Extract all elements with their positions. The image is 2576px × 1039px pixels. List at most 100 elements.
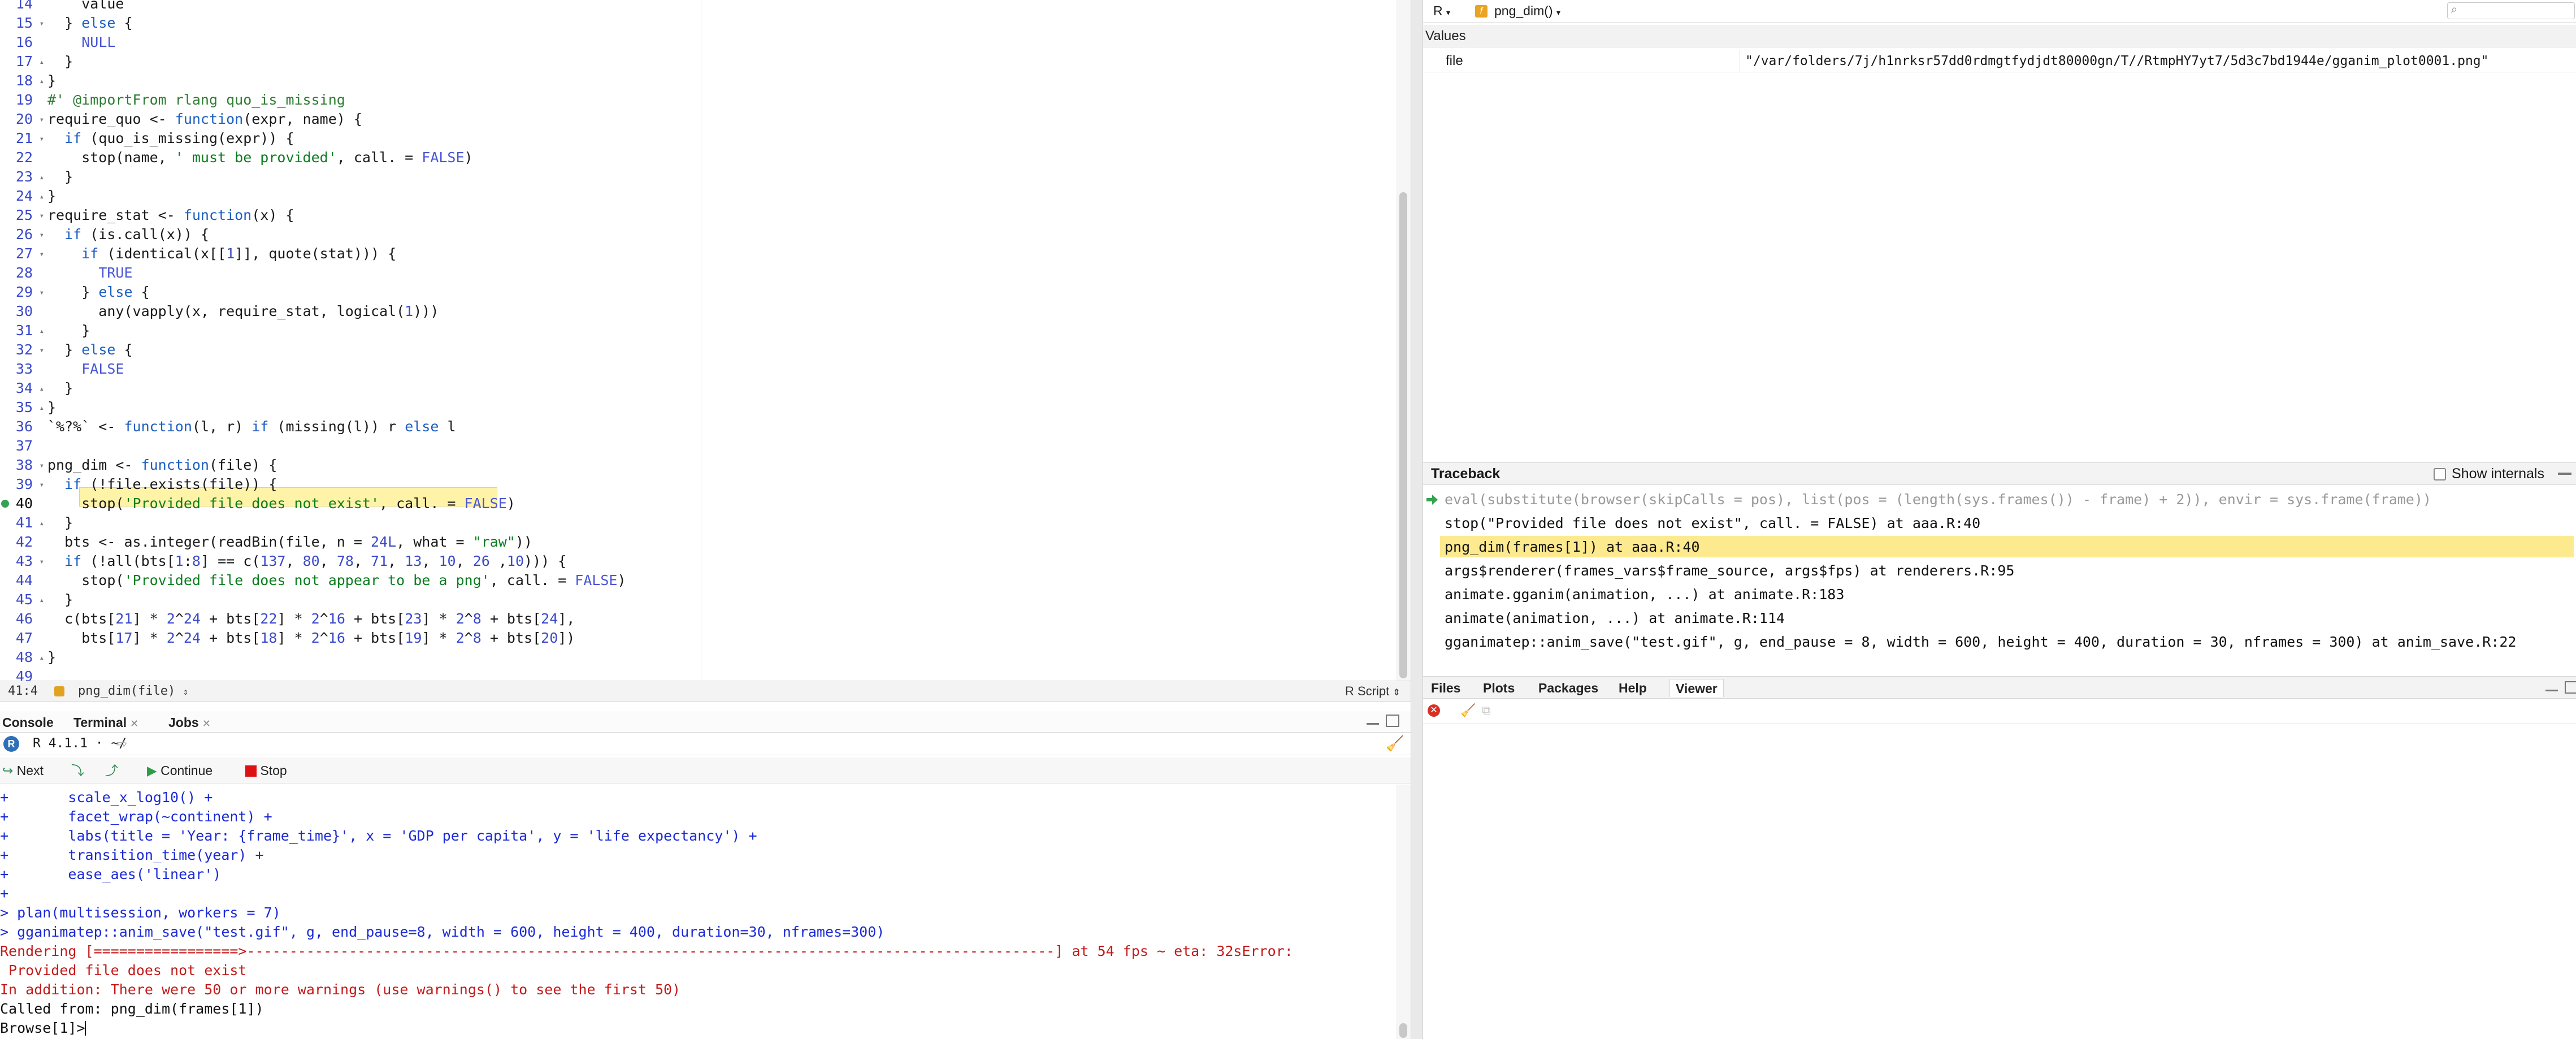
code-line[interactable]: }: [47, 379, 73, 398]
line-number[interactable]: 48 ▴: [0, 648, 45, 667]
clear-viewer-icon[interactable]: ✕: [1428, 704, 1440, 717]
line-number[interactable]: 47: [0, 629, 45, 648]
tab-packages[interactable]: Packages: [1538, 679, 1598, 697]
code-line[interactable]: require_quo <- function(expr, name) {: [47, 110, 362, 129]
fold-toggle-icon[interactable]: ▾: [40, 341, 44, 360]
console-output[interactable]: + scale_x_log10() + + facet_wrap(~contine…: [0, 785, 1411, 1039]
line-number[interactable]: 21 ▾: [0, 129, 45, 148]
code-line[interactable]: }: [47, 71, 56, 90]
line-number[interactable]: 32 ▾: [0, 340, 45, 360]
line-number[interactable]: 41 ▴: [0, 513, 45, 533]
line-number[interactable]: 26 ▾: [0, 225, 45, 244]
next-button[interactable]: ↪ Next: [2, 762, 44, 779]
step-into-button[interactable]: ⤵: [71, 762, 84, 779]
tab-plots[interactable]: Plots: [1483, 679, 1515, 697]
fold-toggle-icon[interactable]: ▾: [40, 129, 44, 149]
tab-help[interactable]: Help: [1619, 679, 1647, 697]
code-line[interactable]: }: [47, 648, 56, 667]
clear-console-icon[interactable]: 🧹: [1386, 735, 1404, 752]
line-number[interactable]: 28: [0, 263, 45, 283]
code-line[interactable]: `%?%` <- function(l, r) if (missing(l)) …: [47, 417, 456, 436]
line-number[interactable]: 31 ▴: [0, 321, 45, 340]
tab-terminal[interactable]: Terminal ✕: [73, 713, 138, 731]
line-number[interactable]: 27 ▾: [0, 244, 45, 263]
editor-scroll-thumb[interactable]: [1399, 192, 1407, 678]
line-number[interactable]: 45 ▴: [0, 590, 45, 609]
fold-toggle-icon[interactable]: ▾: [40, 456, 44, 475]
line-number[interactable]: 25 ▾: [0, 206, 45, 225]
environment-variable-row[interactable]: file "/var/folders/7j/h1nrksr57dd0rdmgtf…: [1423, 50, 2576, 72]
fold-toggle-icon[interactable]: ▾: [40, 206, 44, 226]
line-number[interactable]: 35 ▴: [0, 398, 45, 417]
fold-toggle-icon[interactable]: ▾: [40, 245, 44, 264]
line-number[interactable]: 33: [0, 360, 45, 379]
line-number[interactable]: 14: [0, 0, 45, 14]
line-number[interactable]: 17 ▴: [0, 52, 45, 71]
code-line[interactable]: }: [47, 187, 56, 206]
minimize-icon[interactable]: [2558, 473, 2571, 475]
close-icon[interactable]: ✕: [130, 718, 138, 729]
line-number[interactable]: 42: [0, 533, 45, 552]
file-type-selector[interactable]: R Script ⇕: [1345, 681, 1400, 703]
fold-toggle-icon[interactable]: ▾: [40, 226, 44, 245]
code-line[interactable]: if (is.call(x)) {: [47, 225, 209, 244]
fold-toggle-icon[interactable]: ▴: [40, 168, 44, 187]
line-number[interactable]: 43 ▾: [0, 552, 45, 571]
code-line[interactable]: c(bts[21] * 2^24 + bts[22] * 2^16 + bts[…: [47, 609, 575, 629]
fold-toggle-icon[interactable]: ▾: [40, 475, 44, 495]
fold-toggle-icon[interactable]: ▴: [40, 379, 44, 399]
fold-toggle-icon[interactable]: ▴: [40, 53, 44, 72]
source-editor[interactable]: 14 15 ▾ 16 17 ▴ 18 ▴ 19 20 ▾ 21 ▾ 22 23 ▴ 24 ▴ 25 ▾ 26 ▾ 27 ▾ 28…: [0, 0, 1411, 681]
code-line[interactable]: if (identical(x[[1]], quote(stat))) {: [47, 244, 396, 263]
code-line[interactable]: png_dim <- function(file) {: [47, 456, 277, 475]
code-line[interactable]: TRUE: [47, 263, 132, 283]
fold-toggle-icon[interactable]: ▴: [40, 648, 44, 668]
show-internals-checkbox[interactable]: [2434, 468, 2446, 480]
fold-toggle-icon[interactable]: ▴: [40, 322, 44, 341]
code-area[interactable]: value } else { NULL }} #' @importFrom rla…: [47, 0, 1404, 681]
continue-button[interactable]: ▶ Continue: [147, 762, 213, 779]
line-number-gutter[interactable]: 14 15 ▾ 16 17 ▴ 18 ▴ 19 20 ▾ 21 ▾ 22 23 ▴ 24 ▴ 25 ▾ 26 ▾ 27 ▾ 28…: [0, 0, 45, 681]
console-scroll-thumb[interactable]: [1399, 1023, 1407, 1038]
code-line[interactable]: FALSE: [47, 360, 124, 379]
line-number[interactable]: 24 ▴: [0, 187, 45, 206]
code-line[interactable]: bts <- as.integer(readBin(file, n = 24L,…: [47, 533, 532, 552]
console-scrollbar[interactable]: [1396, 785, 1411, 1039]
code-line[interactable]: any(vapply(x, require_stat, logical(1))): [47, 302, 439, 321]
line-number[interactable]: 15 ▾: [0, 14, 45, 33]
close-icon[interactable]: ✕: [202, 718, 211, 729]
line-number[interactable]: 46: [0, 609, 45, 629]
code-line[interactable]: NULL: [47, 33, 115, 52]
traceback-frame[interactable]: stop("Provided file does not exist", cal…: [1445, 512, 1980, 535]
traceback-frame[interactable]: animate.gganim(animation, ...) at animat…: [1445, 583, 1844, 606]
line-number[interactable]: 37: [0, 436, 45, 456]
language-selector[interactable]: R ▾: [1433, 3, 1450, 19]
line-number[interactable]: 18 ▴: [0, 71, 45, 90]
code-line[interactable]: }: [47, 167, 73, 187]
traceback-frame[interactable]: gganimatep::anim_save("test.gif", g, end…: [1445, 631, 2516, 653]
line-number[interactable]: 39 ▾: [0, 475, 45, 494]
minimize-icon[interactable]: [1367, 717, 1379, 725]
line-number[interactable]: 23 ▴: [0, 167, 45, 187]
export-icon[interactable]: ⧉: [1482, 703, 1491, 718]
code-line[interactable]: if (!all(bts[1:8] == c(137, 80, 78, 71, …: [47, 552, 566, 571]
line-number[interactable]: 16: [0, 33, 45, 52]
line-number[interactable]: 34 ▴: [0, 379, 45, 398]
line-number[interactable]: 44: [0, 571, 45, 590]
traceback-frame[interactable]: args$renderer(frames_vars$frame_source, …: [1445, 560, 2014, 582]
code-line[interactable]: if (quo_is_missing(expr)) {: [47, 129, 294, 148]
code-line[interactable]: } else {: [47, 283, 149, 302]
code-line[interactable]: value: [47, 0, 124, 14]
fold-toggle-icon[interactable]: ▾: [40, 552, 44, 572]
fold-toggle-icon[interactable]: ▴: [40, 187, 44, 206]
line-number[interactable]: 22: [0, 148, 45, 167]
line-number[interactable]: 49: [0, 667, 45, 681]
code-line[interactable]: stop('Provided file does not appear to b…: [47, 571, 626, 590]
tab-console[interactable]: Console: [2, 713, 54, 731]
line-number[interactable]: 40: [0, 494, 45, 513]
pane-splitter[interactable]: [1411, 0, 1423, 1039]
code-line[interactable]: bts[17] * 2^24 + bts[18] * 2^16 + bts[19…: [47, 629, 575, 648]
traceback-frame[interactable]: animate(animation, ...) at animate.R:114: [1445, 607, 1785, 630]
code-line[interactable]: }: [47, 52, 73, 71]
tab-viewer[interactable]: Viewer: [1669, 679, 1724, 697]
